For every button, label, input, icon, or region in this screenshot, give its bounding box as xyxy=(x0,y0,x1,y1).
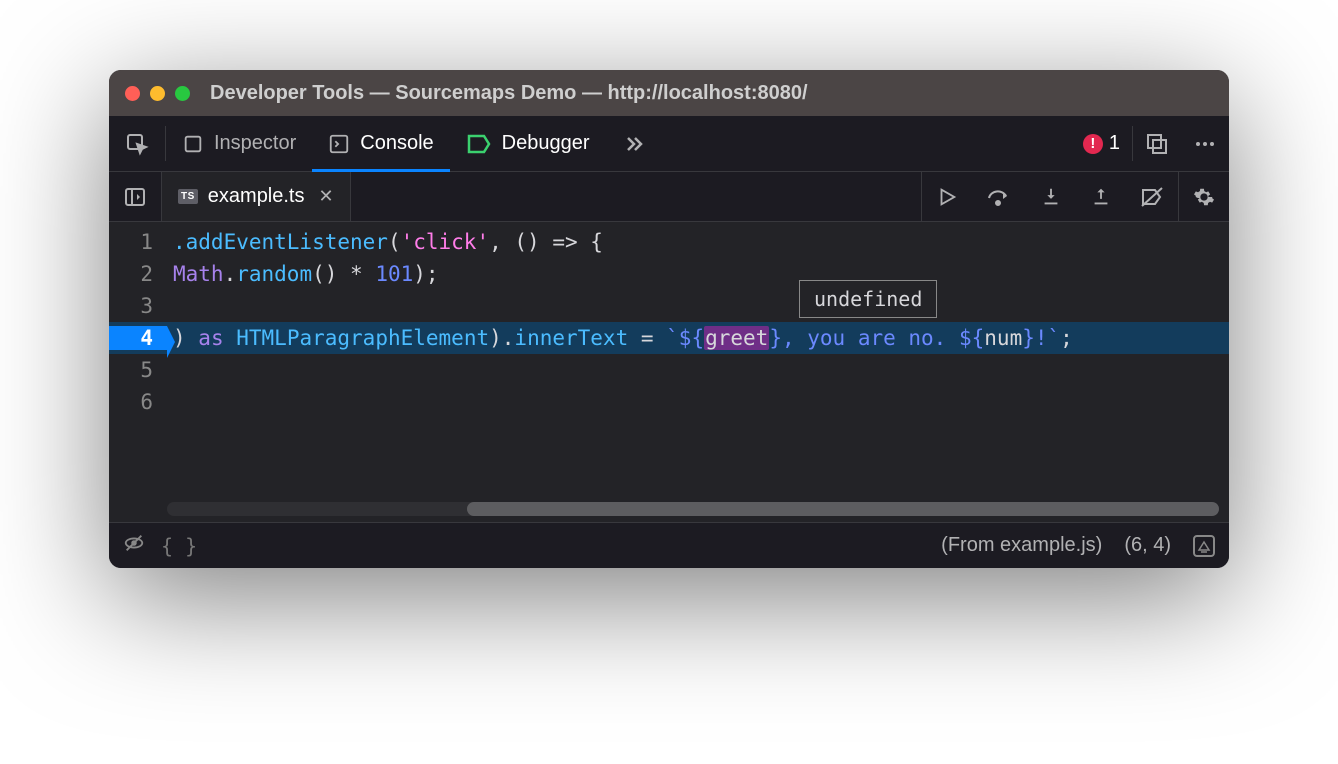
step-out-button[interactable] xyxy=(1076,172,1126,221)
status-bar: { } (From example.js) (6, 4) xyxy=(109,522,1229,568)
titlebar: Developer Tools — Sourcemaps Demo — http… xyxy=(109,70,1229,116)
tab-inspector[interactable]: Inspector xyxy=(166,116,312,171)
ts-file-icon: TS xyxy=(178,189,198,204)
sourcemap-toggle-icon[interactable] xyxy=(1193,535,1215,557)
line-number[interactable]: 5 xyxy=(109,358,167,382)
file-name: example.ts xyxy=(208,185,305,208)
error-count-value: 1 xyxy=(1109,132,1120,155)
window-title: Developer Tools — Sourcemaps Demo — http… xyxy=(210,82,808,105)
devtools-toolbar: Inspector Console Debugger ! 1 xyxy=(109,116,1229,172)
cursor-position: (6, 4) xyxy=(1124,534,1171,557)
sources-pane-toggle[interactable] xyxy=(109,172,162,221)
zoom-window-button[interactable] xyxy=(175,86,190,101)
step-over-button[interactable] xyxy=(972,172,1026,221)
close-tab-button[interactable]: ✕ xyxy=(319,186,334,207)
code-line[interactable]: 1 .addEventListener('click', () => { xyxy=(109,226,1229,258)
pretty-print-button[interactable]: { } xyxy=(161,534,197,558)
file-tab-bar: TS example.ts ✕ xyxy=(109,172,1229,222)
file-tab-example-ts[interactable]: TS example.ts ✕ xyxy=(162,172,351,221)
blackbox-icon[interactable] xyxy=(123,532,145,560)
pick-element-button[interactable] xyxy=(109,116,165,171)
line-number[interactable]: 4 xyxy=(109,326,167,350)
line-number[interactable]: 6 xyxy=(109,390,167,414)
source-origin: (From example.js) xyxy=(941,534,1102,557)
error-count[interactable]: ! 1 xyxy=(1071,116,1132,171)
source-editor[interactable]: undefined 1 .addEventListener('click', (… xyxy=(109,222,1229,522)
debugger-controls xyxy=(921,172,1229,221)
window-controls xyxy=(125,86,190,101)
close-window-button[interactable] xyxy=(125,86,140,101)
devtools-window: Developer Tools — Sourcemaps Demo — http… xyxy=(109,70,1229,568)
scrollbar-thumb[interactable] xyxy=(467,502,1219,516)
tab-debugger[interactable]: Debugger xyxy=(450,116,606,171)
debugger-settings-button[interactable] xyxy=(1178,172,1229,221)
code-line-current[interactable]: 4 ) as HTMLParagraphElement).innerText =… xyxy=(109,322,1229,354)
tab-label: Debugger xyxy=(502,132,590,155)
step-in-button[interactable] xyxy=(1026,172,1076,221)
line-number[interactable]: 1 xyxy=(109,230,167,254)
resume-button[interactable] xyxy=(922,172,972,221)
line-number[interactable]: 3 xyxy=(109,294,167,318)
code-line[interactable]: 3 xyxy=(109,290,1229,322)
minimize-window-button[interactable] xyxy=(150,86,165,101)
error-icon: ! xyxy=(1083,134,1103,154)
horizontal-scrollbar[interactable] xyxy=(167,502,1219,516)
dock-button[interactable] xyxy=(1133,132,1181,156)
tab-label: Console xyxy=(360,132,433,155)
code-line[interactable]: 2 Math.random() * 101); xyxy=(109,258,1229,290)
tab-console[interactable]: Console xyxy=(312,116,449,171)
kebab-menu-button[interactable] xyxy=(1181,132,1229,156)
more-tabs-button[interactable] xyxy=(606,116,662,171)
line-number[interactable]: 2 xyxy=(109,262,167,286)
deactivate-breakpoints-button[interactable] xyxy=(1126,172,1178,221)
code-line[interactable]: 6 xyxy=(109,386,1229,418)
tab-label: Inspector xyxy=(214,132,296,155)
code-line[interactable]: 5 xyxy=(109,354,1229,386)
hover-variable-greet[interactable]: greet xyxy=(704,326,769,350)
